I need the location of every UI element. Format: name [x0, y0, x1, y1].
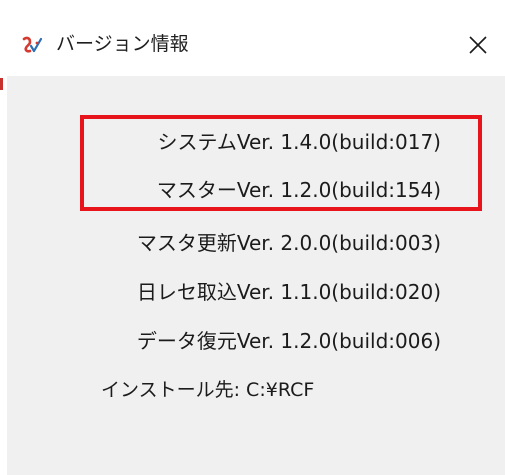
window-title: バージョン情報 — [56, 33, 189, 55]
close-icon[interactable] — [466, 33, 490, 57]
install-path: インストール先: C:¥RCF — [101, 379, 315, 401]
version-system: システムVer. 1.4.0(build:017) — [157, 130, 441, 154]
version-nichirese-import: 日レセ取込Ver. 1.1.0(build:020) — [136, 280, 441, 304]
title-bar[interactable]: バージョン情報 — [0, 0, 505, 76]
version-data-restore: データ復元Ver. 1.2.0(build:006) — [136, 329, 441, 353]
edge-marker — [0, 78, 3, 90]
version-master: マスターVer. 1.2.0(build:154) — [156, 178, 441, 202]
app-logo-icon — [22, 36, 43, 53]
version-master-update: マスタ更新Ver. 2.0.0(build:003) — [136, 231, 441, 255]
version-info-dialog: バージョン情報 システムVer. 1.4.0(build:017) マスターVe… — [0, 0, 505, 475]
window-left-edge — [0, 76, 7, 475]
